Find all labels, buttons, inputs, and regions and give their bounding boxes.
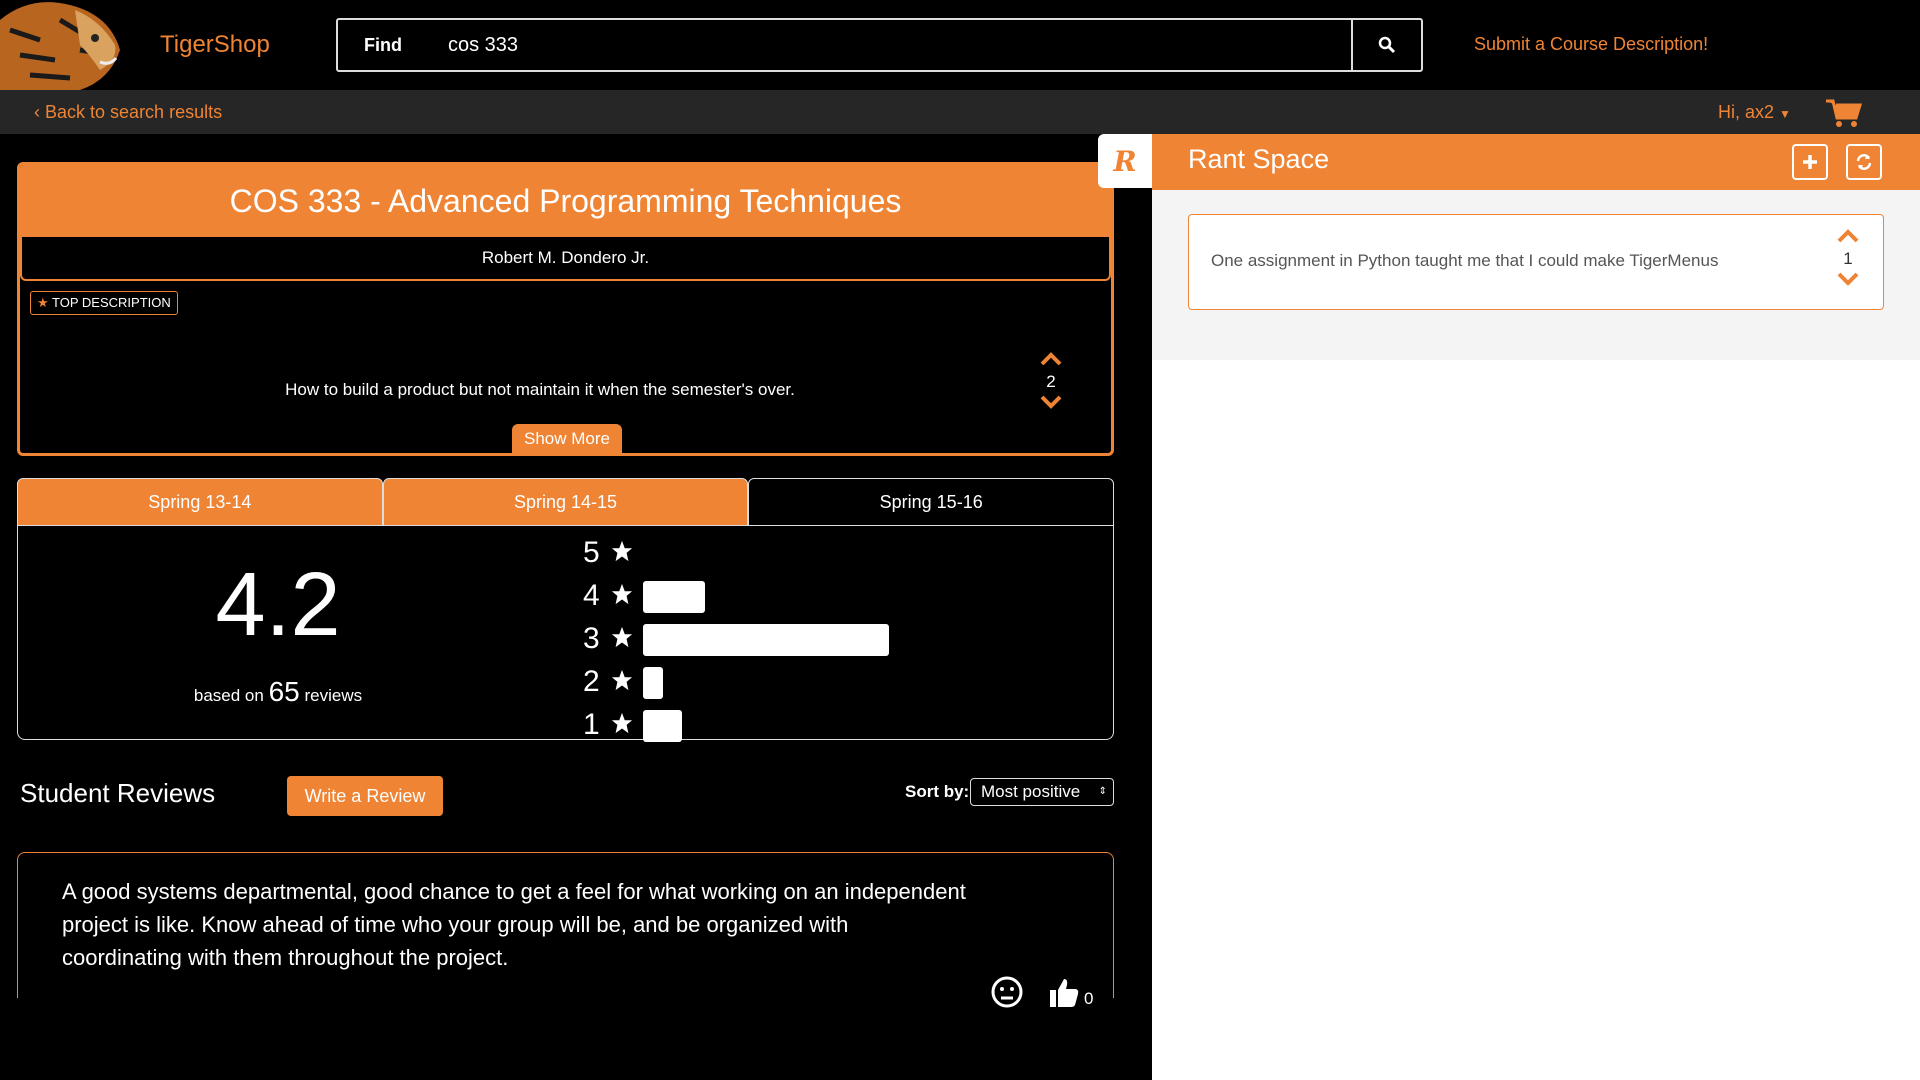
tab-term-1[interactable]: Spring 13-14: [17, 478, 383, 526]
search-input[interactable]: cos 333: [448, 20, 518, 70]
rant-header: R Rant Space: [1098, 134, 1920, 190]
sort-label: Sort by:: [905, 782, 970, 801]
user-menu[interactable]: Hi, ax2 ▼: [1718, 102, 1791, 123]
neutral-face-icon[interactable]: [990, 975, 1024, 1014]
sub-navbar: ‹ Back to search results Hi, ax2 ▼: [0, 90, 1920, 134]
star-level-label: 1: [583, 708, 600, 741]
search-icon: [1378, 36, 1396, 54]
cart-icon[interactable]: [1826, 98, 1863, 133]
user-greeting: Hi, ax2: [1718, 102, 1775, 122]
star-icon: [611, 669, 633, 696]
like-count: 0: [1084, 989, 1094, 1008]
description-vote: 2: [1040, 350, 1062, 414]
star-icon: [611, 583, 633, 610]
star-level-label: 3: [583, 622, 600, 655]
review-count: 65: [268, 676, 300, 707]
review-card: A good systems departmental, good chance…: [17, 852, 1114, 1008]
star-icon: [611, 540, 633, 567]
course-card: COS 333 - Advanced Programming Technique…: [17, 162, 1114, 456]
chevron-up-icon[interactable]: [1837, 229, 1859, 243]
rating-bar: [643, 710, 682, 742]
show-more-button[interactable]: Show More: [512, 424, 622, 453]
like-control[interactable]: 0: [1046, 975, 1093, 1014]
search-button[interactable]: [1351, 20, 1421, 70]
submit-description-link[interactable]: Submit a Course Description!: [1474, 34, 1708, 55]
based-on-prefix: based on: [193, 686, 264, 705]
course-title: COS 333 - Advanced Programming Technique…: [20, 165, 1111, 237]
thumbs-up-icon: [1050, 979, 1079, 1007]
brand-name[interactable]: TigerShop: [160, 31, 270, 59]
rant-panel: R Rant Space One assignment in Python ta…: [1098, 134, 1920, 1080]
refresh-rants-button[interactable]: [1846, 144, 1882, 180]
rating-bar: [643, 667, 663, 699]
rant-list: One assignment in Python taught me that …: [1152, 190, 1920, 360]
chevron-left-icon: ‹: [34, 102, 40, 122]
average-rating: 4.2: [215, 555, 341, 655]
star-icon: [611, 712, 633, 739]
star-level-label: 2: [583, 665, 600, 698]
badge-label: TOP DESCRIPTION: [52, 295, 171, 310]
chevron-down-icon[interactable]: [1040, 395, 1062, 409]
back-link-label: Back to search results: [45, 102, 223, 122]
sort-select-value: Most positive: [981, 782, 1081, 801]
review-text: A good systems departmental, good chance…: [62, 879, 966, 970]
chevron-up-icon[interactable]: [1040, 352, 1062, 366]
chevron-down-icon[interactable]: [1837, 272, 1859, 286]
sort-select[interactable]: Most positive ⇕: [970, 778, 1114, 806]
rant-logo[interactable]: R: [1098, 134, 1152, 188]
caret-down-icon: ▼: [1779, 107, 1791, 121]
description-vote-count: 2: [1046, 372, 1056, 391]
top-description-text: How to build a product but not maintain …: [285, 380, 795, 399]
rant-vote: 1: [1837, 227, 1859, 291]
star-icon: ★: [37, 295, 49, 310]
add-rant-button[interactable]: [1792, 144, 1828, 180]
refresh-icon: [1856, 154, 1872, 170]
rating-bar: [643, 581, 705, 613]
course-panel: COS 333 - Advanced Programming Technique…: [0, 134, 1152, 1080]
rant-title: Rant Space: [1188, 144, 1330, 174]
term-tabs: Spring 13-14 Spring 14-15 Spring 15-16: [17, 478, 1115, 526]
professor-name: Robert M. Dondero Jr.: [20, 237, 1111, 281]
write-review-button[interactable]: Write a Review: [287, 776, 443, 816]
star-level-label: 5: [583, 536, 600, 569]
plus-icon: [1803, 155, 1817, 169]
star-icon: [611, 626, 633, 653]
search-bar: Find cos 333: [336, 18, 1423, 72]
select-arrows-icon: ⇕: [1098, 786, 1107, 797]
star-level-label: 4: [583, 579, 600, 612]
top-description-badge: ★ TOP DESCRIPTION: [30, 291, 178, 315]
tab-term-2[interactable]: Spring 14-15: [382, 478, 749, 526]
tab-term-3[interactable]: Spring 15-16: [748, 478, 1115, 526]
search-find-label: Find: [364, 35, 402, 55]
reviews-section-title: Student Reviews: [20, 778, 216, 808]
tiger-logo[interactable]: [0, 0, 125, 90]
back-link[interactable]: ‹ Back to search results: [34, 102, 222, 123]
review-count-line: based on 65 reviews: [18, 676, 538, 708]
rant-item: One assignment in Python taught me that …: [1188, 214, 1884, 310]
rating-summary: 4.2 based on 65 reviews 5 4 3 2 1: [17, 524, 1114, 742]
rant-vote-count: 1: [1843, 249, 1853, 268]
top-navbar: TigerShop Find cos 333 Submit a Course D…: [0, 0, 1920, 90]
based-on-suffix: reviews: [304, 686, 363, 705]
rating-bar: [643, 624, 889, 656]
rant-text: One assignment in Python taught me that …: [1211, 251, 1719, 270]
